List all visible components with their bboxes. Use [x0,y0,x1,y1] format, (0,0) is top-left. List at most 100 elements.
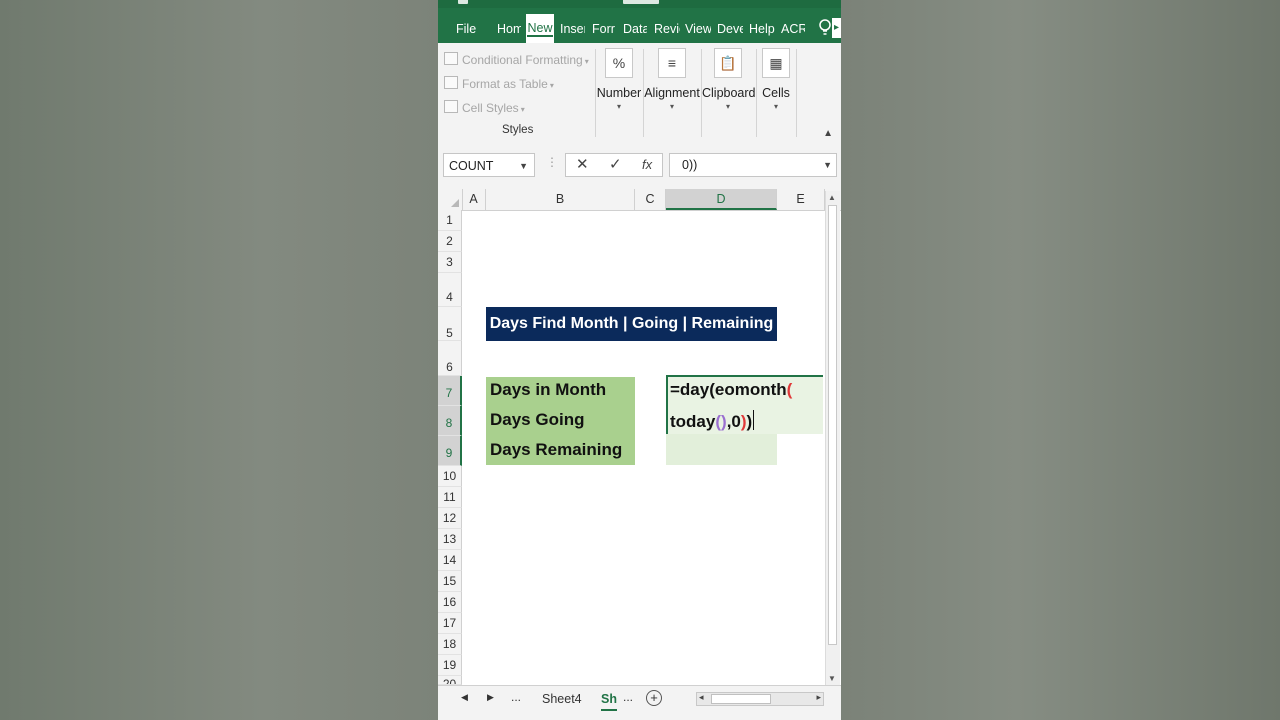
row-header-4[interactable]: 4 [438,273,462,307]
clipboard-label: Clipboard [702,86,756,100]
conditional-formatting-label: Conditional Formatting [462,53,583,67]
enter-check-icon[interactable]: ✓ [609,155,622,173]
cell-b7[interactable]: Days in Month [490,380,606,400]
background-right [841,0,1280,720]
tab-home[interactable]: Hom [497,18,521,40]
insert-function-icon[interactable]: fx [642,157,652,172]
sheet-tab-bar: ◀ ▶ ... Sheet4 Sh ... + ◂ ▸ [438,685,841,712]
tab-developer[interactable]: Deve [717,18,743,40]
formula-paren-open: ( [786,380,793,399]
select-all-corner[interactable] [438,189,463,210]
cell-b9[interactable]: Days Remaining [490,440,622,460]
status-bar [438,711,841,720]
horizontal-scrollbar[interactable]: ◂ ▸ [696,692,824,706]
chevron-down-icon: ▾ [616,102,621,111]
row-header-14[interactable]: 14 [438,550,462,571]
vertical-scrollbar[interactable]: ▲ ▼ [825,191,840,685]
save-icon[interactable] [458,0,468,4]
row-header-9[interactable]: 9 [438,436,462,466]
row-header-10[interactable]: 10 [438,466,462,487]
chevron-down-icon: ▾ [520,105,525,114]
row-header-3[interactable]: 3 [438,252,462,273]
prev-sheet-icon[interactable]: ◀ [461,692,468,703]
row-header-5[interactable]: 5 [438,307,462,341]
tab-file[interactable]: File [456,18,482,40]
tab-acrobat[interactable]: ACR [781,18,805,40]
tab-help[interactable]: Help [749,18,775,40]
group-divider [756,49,757,137]
excel-window: File Hom New Inser Forr Data Revie View … [438,0,841,720]
row-header-15[interactable]: 15 [438,571,462,592]
tab-formulas[interactable]: Forr [592,18,616,40]
row-header-12[interactable]: 12 [438,508,462,529]
alignment-group[interactable]: ≡ Alignment ▾ [644,48,700,111]
column-header-b[interactable]: B [486,189,635,210]
tab-review[interactable]: Revie [654,18,680,40]
sheet-tab-sheet4[interactable]: Sheet4 [542,689,582,709]
row-header-19[interactable]: 19 [438,655,462,676]
formula-line-2: today(),0)) [670,410,755,432]
formula-bar: COUNT ▼ ⋮ ✕ ✓ fx 0)) ▼ [438,145,841,189]
text-cursor [753,410,755,430]
clipboard-group[interactable]: 📋 Clipboard ▾ [702,48,756,111]
more-sheets-left[interactable]: ... [511,690,521,704]
row-header-1[interactable]: 1 [438,210,462,231]
name-box[interactable]: COUNT ▼ [443,153,535,177]
cell-styles-icon [444,100,458,113]
lightbulb-icon[interactable] [818,18,832,38]
format-as-table-label: Format as Table [462,77,548,91]
drag-handle-icon[interactable]: ⋮ [546,155,558,169]
alignment-label: Alignment [644,86,700,100]
row-header-13[interactable]: 13 [438,529,462,550]
scroll-right-icon[interactable]: ▸ [816,692,821,703]
row-header-17[interactable]: 17 [438,613,462,634]
cell-styles-button[interactable]: Cell Styles ▾ [444,99,525,117]
row-header-6[interactable]: 6 [438,341,462,376]
scroll-up-icon[interactable]: ▲ [828,193,836,202]
expand-formula-icon[interactable]: ▼ [823,154,832,176]
collapse-ribbon-icon[interactable]: ▲ [823,128,833,139]
formula-part-day-eomonth: =day(eomonth [670,380,787,399]
column-header-c[interactable]: C [635,189,666,210]
clipboard-icon: 📋 [714,48,742,78]
cancel-icon[interactable]: ✕ [576,155,589,173]
add-sheet-icon[interactable]: + [646,690,662,706]
formula-part-today: today [670,412,716,431]
tab-data[interactable]: Data [623,18,647,40]
cells-group[interactable]: ▦ Cells ▾ [758,48,794,111]
row-header-2[interactable]: 2 [438,231,462,252]
ribbon-scroll-right-icon[interactable]: ▸ [832,18,841,38]
format-as-table-button[interactable]: Format as Table ▾ [444,75,554,93]
ribbon-body: Conditional Formatting ▾ Format as Table ▾… [438,43,841,146]
formula-input[interactable]: 0)) ▼ [669,153,837,177]
row-header-8[interactable]: 8 [438,406,462,436]
tab-insert[interactable]: Inser [560,18,585,40]
column-header-d[interactable]: D [666,189,777,210]
cells-label: Cells [762,86,790,100]
cell-b8[interactable]: Days Going [490,410,584,430]
scroll-left-icon[interactable]: ◂ [699,692,704,703]
number-group[interactable]: % Number ▾ [596,48,642,111]
tab-new-label: New [527,21,553,37]
more-sheets-right[interactable]: ... [623,690,633,704]
conditional-formatting-button[interactable]: Conditional Formatting ▾ [444,51,589,69]
worksheet-grid[interactable]: A B C D E 1 2 3 4 5 6 7 8 9 10 11 12 13 … [438,189,841,685]
formula-part-zero: ,0 [726,412,741,431]
scroll-down-icon[interactable]: ▼ [828,674,836,683]
horizontal-scroll-thumb[interactable] [711,694,771,704]
chevron-down-icon: ▾ [773,102,778,111]
row-header-16[interactable]: 16 [438,592,462,613]
tab-view[interactable]: View [685,18,711,40]
vertical-scroll-thumb[interactable] [828,205,837,645]
chevron-down-icon[interactable]: ▼ [519,154,528,178]
title-cell-b5[interactable]: Days Find Month | Going | Remaining [486,307,777,341]
sheet-tab-active[interactable]: Sh [601,689,617,711]
next-sheet-icon[interactable]: ▶ [487,692,494,703]
column-header-a[interactable]: A [462,189,486,210]
row-header-11[interactable]: 11 [438,487,462,508]
column-header-e[interactable]: E [777,189,825,210]
row-header-18[interactable]: 18 [438,634,462,655]
tab-new[interactable]: New [526,14,554,43]
row-header-7[interactable]: 7 [438,376,462,406]
row-header-20[interactable]: 20 [438,676,462,685]
